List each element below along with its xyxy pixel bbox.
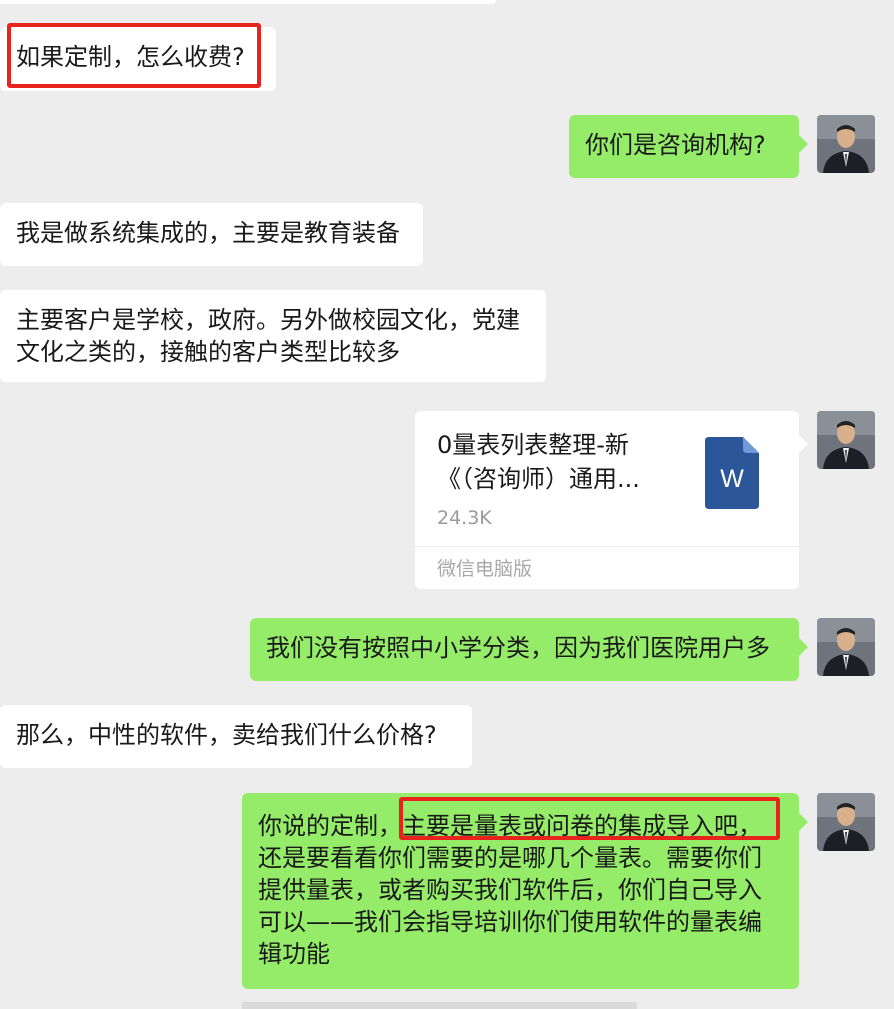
divider [415, 546, 799, 547]
message-line: 主要客户是学校，政府。另外做校园文化，党建 [16, 306, 520, 334]
message-text: 那么，中性的软件，卖给我们什么价格? [16, 721, 437, 749]
message-bubble-left[interactable]: 我是做系统集成的，主要是教育装备 [0, 203, 423, 266]
avatar[interactable] [817, 793, 875, 851]
message-text: 我们没有按照中小学分类，因为我们医院用户多 [266, 634, 770, 662]
message-bubble-left[interactable]: 主要客户是学校，政府。另外做校园文化，党建 文化之类的，接触的客户类型比较多 [0, 290, 546, 382]
avatar[interactable] [817, 411, 875, 469]
file-message-card[interactable]: 0量表列表整理-新 《（咨询师）通用... 24.3K W 微信电脑版 [415, 411, 808, 589]
message-line: 文化之类的，接触的客户类型比较多 [16, 338, 400, 366]
avatar[interactable] [817, 115, 875, 173]
message-line: 可以——我们会指导培训你们使用软件的量表编 [258, 908, 762, 936]
highlight-box [7, 23, 261, 88]
message-bubble-right[interactable]: 我们没有按照中小学分类，因为我们医院用户多 [250, 618, 808, 681]
message-text: 你们是咨询机构? [585, 131, 766, 159]
message-bubble-right[interactable]: 你们是咨询机构? [569, 115, 808, 178]
highlight-box [399, 797, 780, 840]
previous-bubble-edge [0, 0, 496, 4]
partial-next-element [242, 1002, 637, 1009]
message-line: 还是要看看你们需要的是哪几个量表。需要你们 [258, 844, 762, 872]
file-size: 24.3K [437, 507, 492, 529]
avatar[interactable] [817, 618, 875, 676]
message-line: 辑功能 [258, 940, 330, 968]
file-name: 0量表列表整理-新 《（咨询师）通用... [437, 431, 640, 493]
file-source-label: 微信电脑版 [437, 558, 533, 580]
message-bubble-left[interactable]: 那么，中性的软件，卖给我们什么价格? [0, 705, 472, 768]
message-text: 我是做系统集成的，主要是教育装备 [16, 219, 400, 247]
message-line: 提供量表，或者购买我们软件后，你们自己导入 [258, 876, 762, 904]
word-doc-icon: W [705, 437, 759, 509]
